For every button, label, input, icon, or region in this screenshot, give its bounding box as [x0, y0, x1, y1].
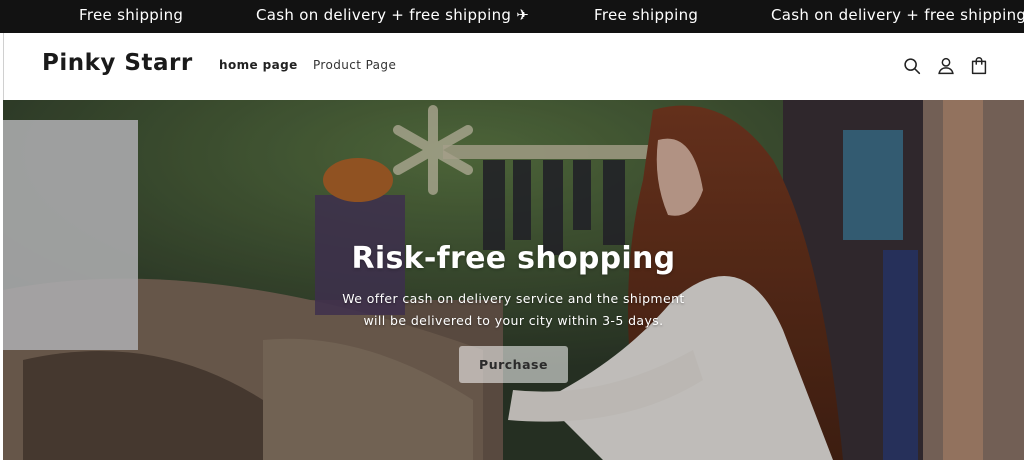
- announcement-message: Free shipping: [79, 6, 184, 24]
- hero-banner: Risk-free shopping We offer cash on deli…: [3, 100, 1024, 460]
- hero-title: Risk-free shopping: [351, 241, 676, 276]
- hero-content: Risk-free shopping We offer cash on deli…: [3, 100, 1024, 460]
- announcement-message: Cash on delivery + free shipping ✈: [771, 6, 1024, 24]
- hero-subtitle: We offer cash on delivery service and th…: [3, 288, 1024, 332]
- announcement-message: Free shipping: [594, 6, 699, 24]
- account-icon[interactable]: [935, 55, 957, 77]
- announcement-bar: Free shipping Cash on delivery + free sh…: [0, 0, 1024, 33]
- search-icon[interactable]: [901, 55, 923, 77]
- hero-subtitle-line: We offer cash on delivery service and th…: [342, 291, 685, 306]
- purchase-button[interactable]: Purchase: [459, 346, 568, 383]
- site-header: Pinky Starr home page Product Page: [3, 33, 1024, 100]
- announcement-message: Cash on delivery + free shipping ✈: [256, 6, 530, 24]
- site-logo[interactable]: Pinky Starr: [42, 50, 193, 76]
- nav-product-link[interactable]: Product Page: [313, 58, 396, 72]
- cart-icon[interactable]: [968, 55, 990, 77]
- hero-subtitle-line: will be delivered to your city within 3-…: [363, 313, 664, 328]
- nav-home-link[interactable]: home page: [219, 58, 298, 72]
